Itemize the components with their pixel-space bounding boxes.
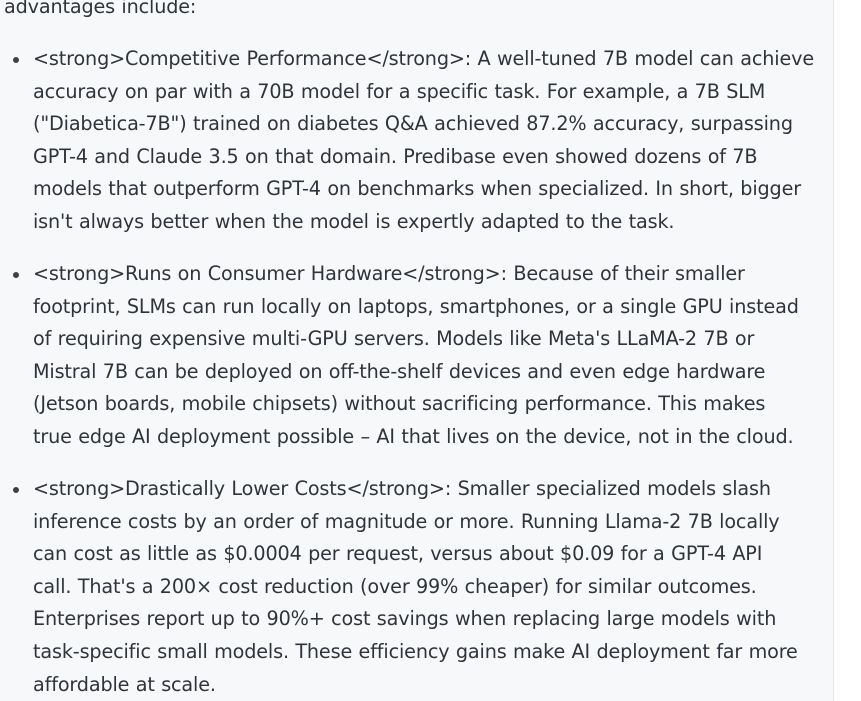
bullet-icon (13, 487, 19, 493)
message-panel: advantages include: <strong>Competitive … (0, 0, 833, 701)
item-text-line: models that outperform GPT-4 on benchmar… (33, 177, 801, 201)
item-text-line: footprint, SLMs can run locally on lapto… (33, 294, 799, 318)
item-text-line: <strong>Drastically Lower Costs</strong>… (33, 477, 771, 500)
item-text-line: true edge AI deployment possible – AI th… (33, 424, 794, 448)
item-text-line: isn't always better when the model is ex… (33, 209, 675, 233)
right-background (834, 0, 861, 701)
item-text-line: can cost as little as $0.0004 per reques… (33, 542, 763, 566)
list-item-lower-costs: <strong>Drastically Lower Costs</strong>… (13, 473, 803, 701)
list-item-consumer-hardware: <strong>Runs on Consumer Hardware</stron… (13, 258, 803, 454)
item-text-line: task-specific small models. These effici… (33, 639, 798, 663)
list-item-competitive-performance: <strong>Competitive Performance</strong>… (13, 43, 814, 239)
item-text-line: ("Diabetica-7B") trained on diabetes Q&A… (33, 112, 793, 136)
item-text-line: GPT-4 and Claude 3.5 on that domain. Pre… (33, 144, 758, 168)
bullet-icon (13, 57, 19, 63)
item-text-line: Mistral 7B can be deployed on off-the-sh… (33, 359, 766, 383)
bullet-icon (13, 272, 19, 278)
item-text-line: Enterprises report up to 90%+ cost savin… (33, 607, 777, 631)
item-text-line: <strong>Competitive Performance</strong>… (33, 47, 814, 70)
item-text-line: (Jetson boards, mobile chipsets) without… (33, 392, 766, 416)
item-text-line: call. That's a 200× cost reduction (over… (33, 574, 757, 598)
item-text-line: inference costs by an order of magnitude… (33, 509, 780, 533)
item-text-line: affordable at scale. (33, 672, 216, 696)
item-text-line: of requiring expensive multi-GPU servers… (33, 327, 755, 351)
item-text-line: accuracy on par with a 70B model for a s… (33, 79, 766, 103)
item-text-line: <strong>Runs on Consumer Hardware</stron… (33, 262, 745, 285)
intro-text: advantages include: (4, 0, 197, 18)
